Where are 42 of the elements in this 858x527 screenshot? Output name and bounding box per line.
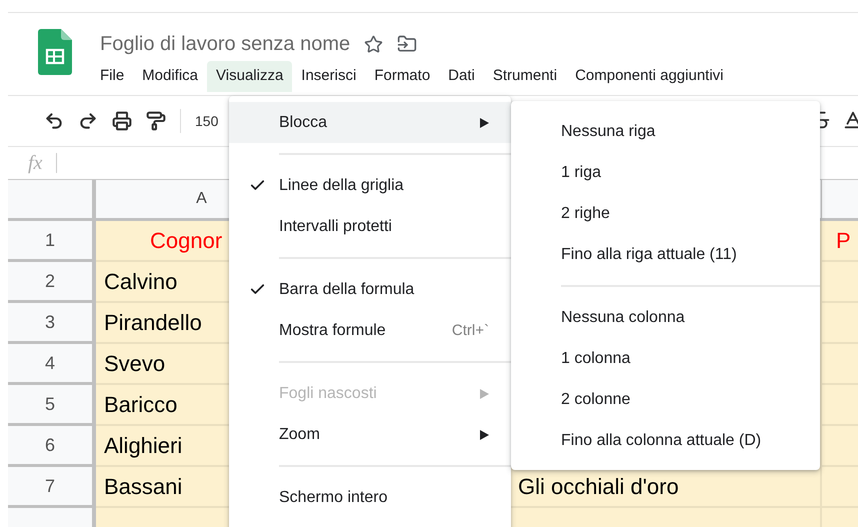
submenu-arrow-icon [480,388,489,398]
menu-item[interactable]: Fino alla riga attuale (11) [511,234,820,275]
print-icon[interactable] [112,111,132,131]
zoom-value[interactable]: 150 [195,113,218,129]
menu-item[interactable]: 1 riga [511,152,820,193]
formula-label: fx [28,152,42,174]
star-icon[interactable] [364,34,384,54]
menu-bar-item[interactable]: Formato [365,61,440,92]
sheets-logo-icon[interactable] [38,29,72,75]
submenu-arrow-icon [480,118,489,128]
row-number[interactable]: 1 [8,221,96,262]
submenu-arrow-icon [480,430,489,440]
menu-item[interactable]: 2 colonne [511,379,820,420]
corner-cell[interactable] [8,180,96,222]
menu-item[interactable]: 2 righe [511,193,820,234]
menu-bar-item[interactable]: File [91,61,134,92]
table-cell: Gli occhiali d'oro [510,467,822,508]
menu-item[interactable]: Fino alla colonna attuale (D) [511,420,820,461]
folder-icon[interactable] [397,34,418,54]
menu-item[interactable]: Nessuna riga [511,111,820,152]
menu-bar-item[interactable]: Visualizza [207,61,292,92]
redo-icon[interactable] [78,111,98,131]
row-number[interactable]: 7 [8,467,96,508]
menu-item[interactable]: Nessuna colonna [511,297,820,338]
menu-bar-item[interactable]: Strumenti [484,61,566,92]
menu-bar-item[interactable]: Modifica [133,61,208,92]
menu-bar-item[interactable]: Dati [439,61,484,92]
text-color-icon[interactable] [842,109,858,131]
row-number[interactable]: 2 [8,262,96,303]
document-title[interactable]: Foglio di lavoro senza nome [100,32,350,56]
menu-bar-item[interactable]: Inserisci [292,61,366,92]
row-number[interactable]: 6 [8,426,96,467]
menu-bar-item[interactable]: Componenti aggiuntivi [566,61,732,92]
undo-icon[interactable] [44,111,64,131]
paint-roller-icon[interactable] [146,111,166,131]
row-number[interactable]: 4 [8,344,96,385]
menu-item[interactable]: 1 colonna [511,338,820,379]
menu-item[interactable]: Blocca [229,102,511,143]
shortcut-text: Ctrl+` [452,322,489,339]
row-number[interactable]: 5 [8,385,96,426]
table-cell: P [822,221,858,262]
row-number[interactable]: 3 [8,303,96,344]
